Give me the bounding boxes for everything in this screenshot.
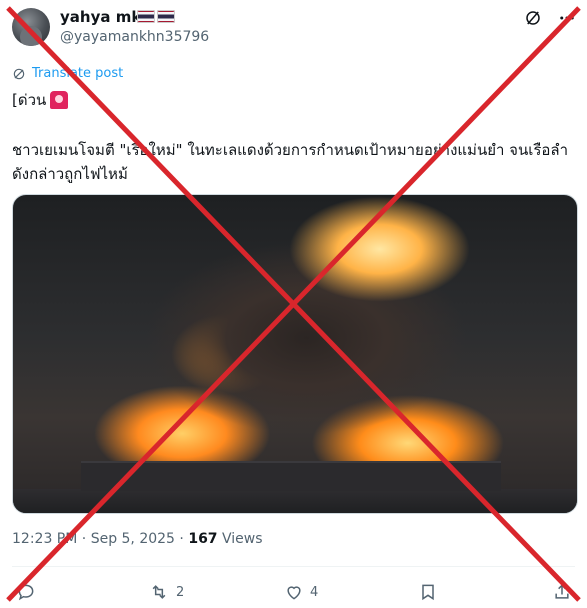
translate-icon <box>13 68 25 79</box>
avatar[interactable] <box>12 8 50 46</box>
retweet-button[interactable]: 2 <box>148 582 184 602</box>
reply-button[interactable] <box>16 582 42 602</box>
tweet-header-actions <box>523 8 577 28</box>
retweet-count: 2 <box>176 584 185 600</box>
post-tag: [ด่วน <box>12 88 69 112</box>
sea-area <box>13 489 577 513</box>
more-icon[interactable] <box>557 8 577 28</box>
retweet-icon <box>152 585 166 599</box>
translate-post-label: Translate post <box>32 66 124 81</box>
views-count: 167 <box>188 531 218 547</box>
bookmark-button[interactable] <box>418 582 438 602</box>
flag-emojis <box>137 10 175 23</box>
share-button[interactable] <box>552 582 572 602</box>
meta-separator: · <box>81 531 87 547</box>
reply-icon <box>18 584 34 601</box>
action-bar: 2 4 <box>0 578 587 608</box>
thai-flag-icon <box>137 10 155 23</box>
user-handle[interactable]: @yayamankhn35796 <box>60 29 209 45</box>
thai-flag-icon <box>157 10 175 23</box>
ship-silhouette <box>81 461 501 491</box>
post-time[interactable]: 12:23 PM <box>12 531 77 547</box>
post-date[interactable]: Sep 5, 2025 <box>91 531 175 547</box>
siren-icon <box>50 91 69 109</box>
like-count: 4 <box>310 584 319 600</box>
share-icon <box>555 584 569 599</box>
display-name[interactable]: yahya mk. <box>60 8 147 26</box>
views-label: Views <box>222 531 263 547</box>
post-text: ชาวเยเมนโจมตี "เรือใหม่" ในทะเลแดงด้วยกา… <box>12 141 569 183</box>
translate-post-link[interactable]: Translate post <box>12 66 123 81</box>
like-button[interactable]: 4 <box>284 582 318 602</box>
post-meta: 12:23 PM · Sep 5, 2025 · 167 Views <box>12 531 263 547</box>
divider <box>12 566 575 567</box>
post-image[interactable] <box>12 194 578 514</box>
post-tag-text: [ด่วน <box>12 91 47 109</box>
bookmark-icon <box>422 584 434 601</box>
like-icon <box>287 586 301 600</box>
grok-icon[interactable] <box>523 8 543 28</box>
meta-separator: · <box>179 531 184 547</box>
